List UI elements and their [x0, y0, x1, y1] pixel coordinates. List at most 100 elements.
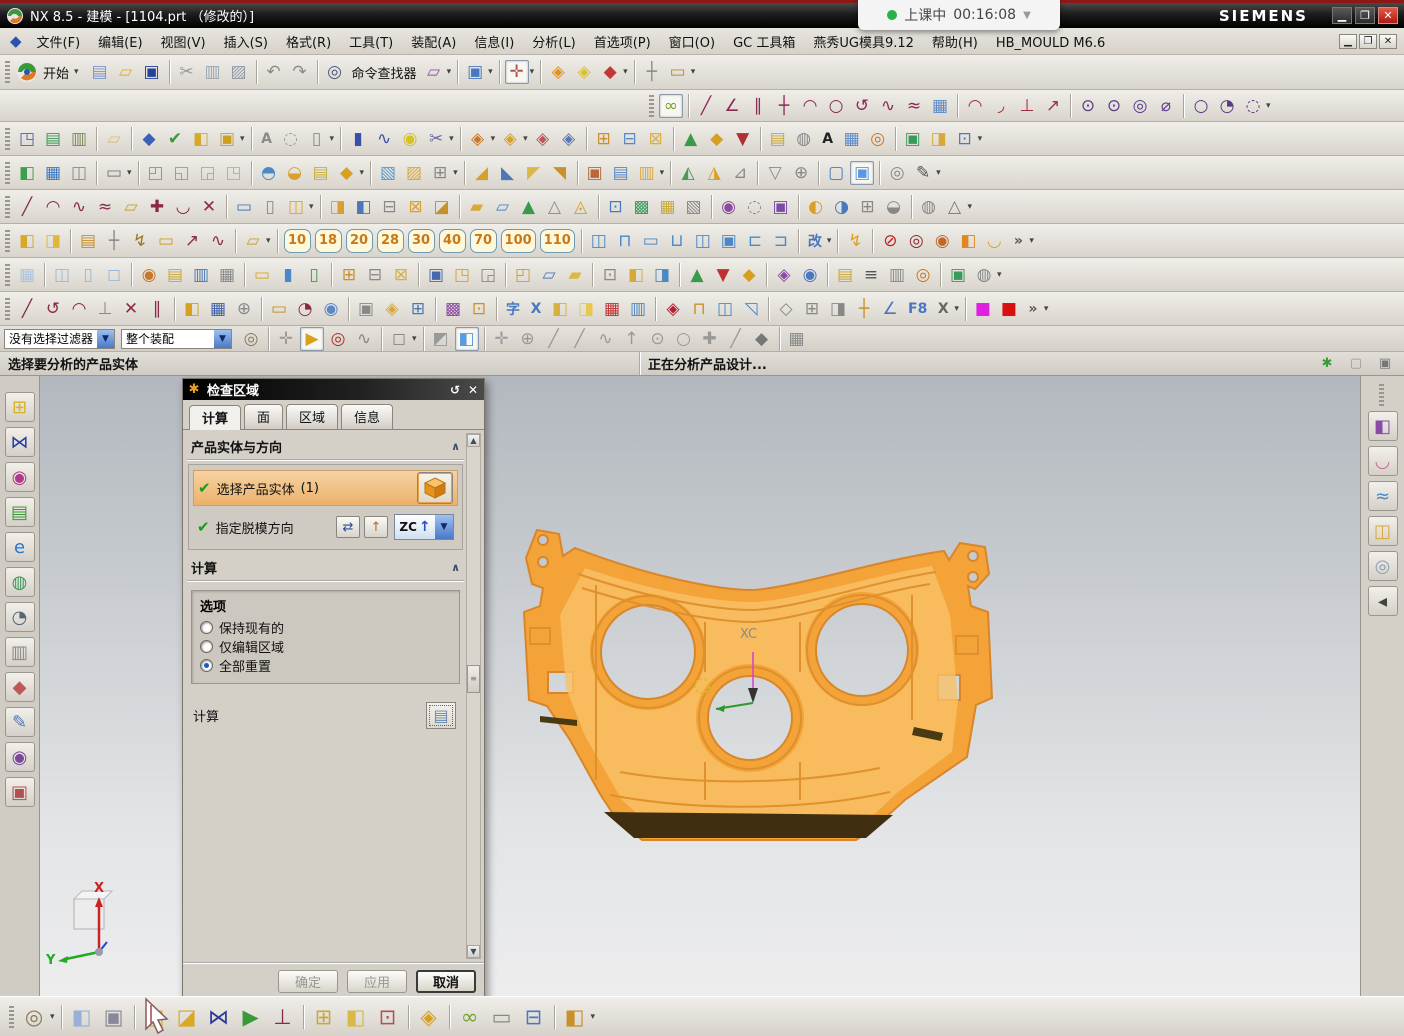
- close-button[interactable]: ✕: [1378, 7, 1398, 24]
- dropdown-arrow-icon[interactable]: ▼: [214, 330, 231, 348]
- toolbar-button[interactable]: ∿: [372, 127, 396, 151]
- toolbar-button[interactable]: ✕: [119, 297, 143, 321]
- size-button-70[interactable]: 70: [470, 229, 497, 253]
- toolbar-button[interactable]: ◠: [67, 297, 91, 321]
- toolbar-button[interactable]: ▤: [833, 263, 857, 287]
- toolbar-button[interactable]: ◈: [772, 263, 796, 287]
- toolbar-button[interactable]: ◲: [196, 161, 220, 185]
- toolbar-button[interactable]: ≈: [902, 94, 926, 118]
- dialog-scrollbar[interactable]: ▲ ≡ ▼: [466, 433, 481, 959]
- toolbar-button[interactable]: ◻: [102, 263, 126, 287]
- toolbar-button[interactable]: ╱: [568, 327, 592, 351]
- toolbar-button[interactable]: ⊏: [743, 229, 767, 253]
- menu-item[interactable]: GC 工具箱: [724, 33, 804, 54]
- dropdown-caret-icon[interactable]: ▾: [330, 134, 335, 144]
- option-keep-existing[interactable]: 保持现有的: [200, 618, 451, 637]
- toolbar-button[interactable]: ▤: [5, 497, 35, 527]
- toolbar-button[interactable]: ◎: [911, 263, 935, 287]
- toolbar-button[interactable]: ∥: [746, 94, 770, 118]
- toolbar-button[interactable]: ⊓: [687, 297, 711, 321]
- toolbar-button[interactable]: ◬: [569, 195, 593, 219]
- toolbar-button[interactable]: ◡: [171, 195, 195, 219]
- toolbar-button[interactable]: ✂: [424, 127, 448, 151]
- dialog-reset-icon[interactable]: ↺: [446, 383, 464, 397]
- toolbar-button[interactable]: ◎: [1128, 94, 1152, 118]
- toolbar-button[interactable]: ⊥: [1015, 94, 1039, 118]
- toolbar-button[interactable]: ▦: [928, 94, 952, 118]
- toolbar-button[interactable]: ▣: [5, 777, 35, 807]
- toolbar-button[interactable]: ▤: [163, 263, 187, 287]
- graphics-viewport[interactable]: XC X Y ✱: [40, 376, 1360, 996]
- toolbar-button[interactable]: ◳: [15, 127, 39, 151]
- toolbar-button[interactable]: ▣: [1373, 355, 1397, 373]
- toolbar-button[interactable]: ◉: [319, 297, 343, 321]
- toolbar-button[interactable]: ┼: [852, 297, 876, 321]
- toolbar-button[interactable]: ◧: [180, 297, 204, 321]
- toolbar-button[interactable]: ◈: [661, 297, 685, 321]
- toolbar-button[interactable]: ▤: [309, 161, 333, 185]
- toolbar-button[interactable]: ◉: [930, 229, 954, 253]
- toolbar-text-button[interactable]: A: [257, 127, 277, 151]
- toolbar-button[interactable]: ◨: [41, 229, 65, 253]
- tab-face[interactable]: 面: [244, 404, 283, 429]
- dropdown-caret-icon[interactable]: ▾: [1029, 236, 1034, 246]
- toolbar-button[interactable]: ◔: [5, 602, 35, 632]
- toolbar-button[interactable]: ▦: [215, 263, 239, 287]
- toolbar-button[interactable]: ⊿: [728, 161, 752, 185]
- toolbar-button[interactable]: ✚: [145, 195, 169, 219]
- select-product-solid-row[interactable]: ✔ 选择产品实体 (1): [193, 470, 458, 506]
- toolbar-button[interactable]: ▭: [250, 263, 274, 287]
- toolbar-button[interactable]: ⊙: [1102, 94, 1126, 118]
- menu-item[interactable]: 视图(V): [152, 33, 215, 54]
- toolbar-button-active[interactable]: ▣: [850, 161, 874, 185]
- toolbar-button[interactable]: ◭: [676, 161, 700, 185]
- toolbar-button[interactable]: ≡: [859, 263, 883, 287]
- start-button[interactable]: 开始 ▾: [14, 59, 87, 85]
- toolbar-button[interactable]: ▣: [901, 127, 925, 151]
- size-button-28[interactable]: 28: [377, 229, 404, 253]
- radio-checked-icon[interactable]: [200, 659, 213, 672]
- dialog-gear-icon[interactable]: ✱: [185, 382, 203, 397]
- toolbar-button[interactable]: ╱: [542, 327, 566, 351]
- toolbar-button[interactable]: ⊟: [618, 127, 642, 151]
- toolbar-button[interactable]: ▦: [15, 263, 39, 287]
- dropdown-caret-icon[interactable]: ▾: [530, 67, 535, 77]
- menu-item[interactable]: 首选项(P): [585, 33, 660, 54]
- toolbar-button[interactable]: ↺: [850, 94, 874, 118]
- toolbar-button[interactable]: ◫: [713, 297, 737, 321]
- toolbar-button[interactable]: ▩: [441, 297, 465, 321]
- toolbar-button[interactable]: ◈: [531, 127, 555, 151]
- toolbar-button[interactable]: ▦: [785, 327, 809, 351]
- toolbar-button-active[interactable]: ◧: [455, 327, 479, 351]
- toolbar-button[interactable]: ≈: [1368, 481, 1398, 511]
- toolbar-text-button[interactable]: X: [933, 297, 953, 321]
- apply-button[interactable]: 应用: [347, 970, 407, 993]
- toolbar-button[interactable]: ▱: [537, 263, 561, 287]
- toolbar-button[interactable]: ▧: [682, 195, 706, 219]
- toolbar-button[interactable]: ▣: [215, 127, 239, 151]
- toolbar-button[interactable]: ⊘: [878, 229, 902, 253]
- toolbar-button[interactable]: ◓: [257, 161, 281, 185]
- toolbar-button[interactable]: ◌: [279, 127, 303, 151]
- toolbar-button[interactable]: ◍: [5, 567, 35, 597]
- toolbar-button[interactable]: ◤: [522, 161, 546, 185]
- toolbar-button[interactable]: ⊟: [363, 263, 387, 287]
- toolbar-button[interactable]: ▥: [626, 297, 650, 321]
- toolbar-button[interactable]: ⊞: [309, 1002, 339, 1032]
- dropdown-caret-icon[interactable]: ▾: [449, 134, 454, 144]
- dropdown-caret-icon[interactable]: ▾: [266, 236, 271, 246]
- toolbar-button[interactable]: ╱: [724, 327, 748, 351]
- dropdown-caret-icon[interactable]: ▾: [954, 304, 959, 314]
- menu-item[interactable]: 分析(L): [523, 33, 584, 54]
- toolbar-button[interactable]: ↗: [1041, 94, 1065, 118]
- ok-button[interactable]: 确定: [278, 970, 338, 993]
- toolbar-button[interactable]: ◨: [574, 297, 598, 321]
- calculate-button[interactable]: ▤: [426, 702, 456, 729]
- toolbar-button[interactable]: ▥: [5, 637, 35, 667]
- dropdown-caret-icon[interactable]: ▾: [360, 168, 365, 178]
- toolbar-button[interactable]: ◧: [15, 161, 39, 185]
- toolbar-button[interactable]: ▱: [422, 60, 446, 84]
- toolbar-button[interactable]: ◧: [560, 1002, 590, 1032]
- toolbar-button[interactable]: ▱: [114, 60, 138, 84]
- command-finder-label[interactable]: 命令查找器: [352, 63, 417, 82]
